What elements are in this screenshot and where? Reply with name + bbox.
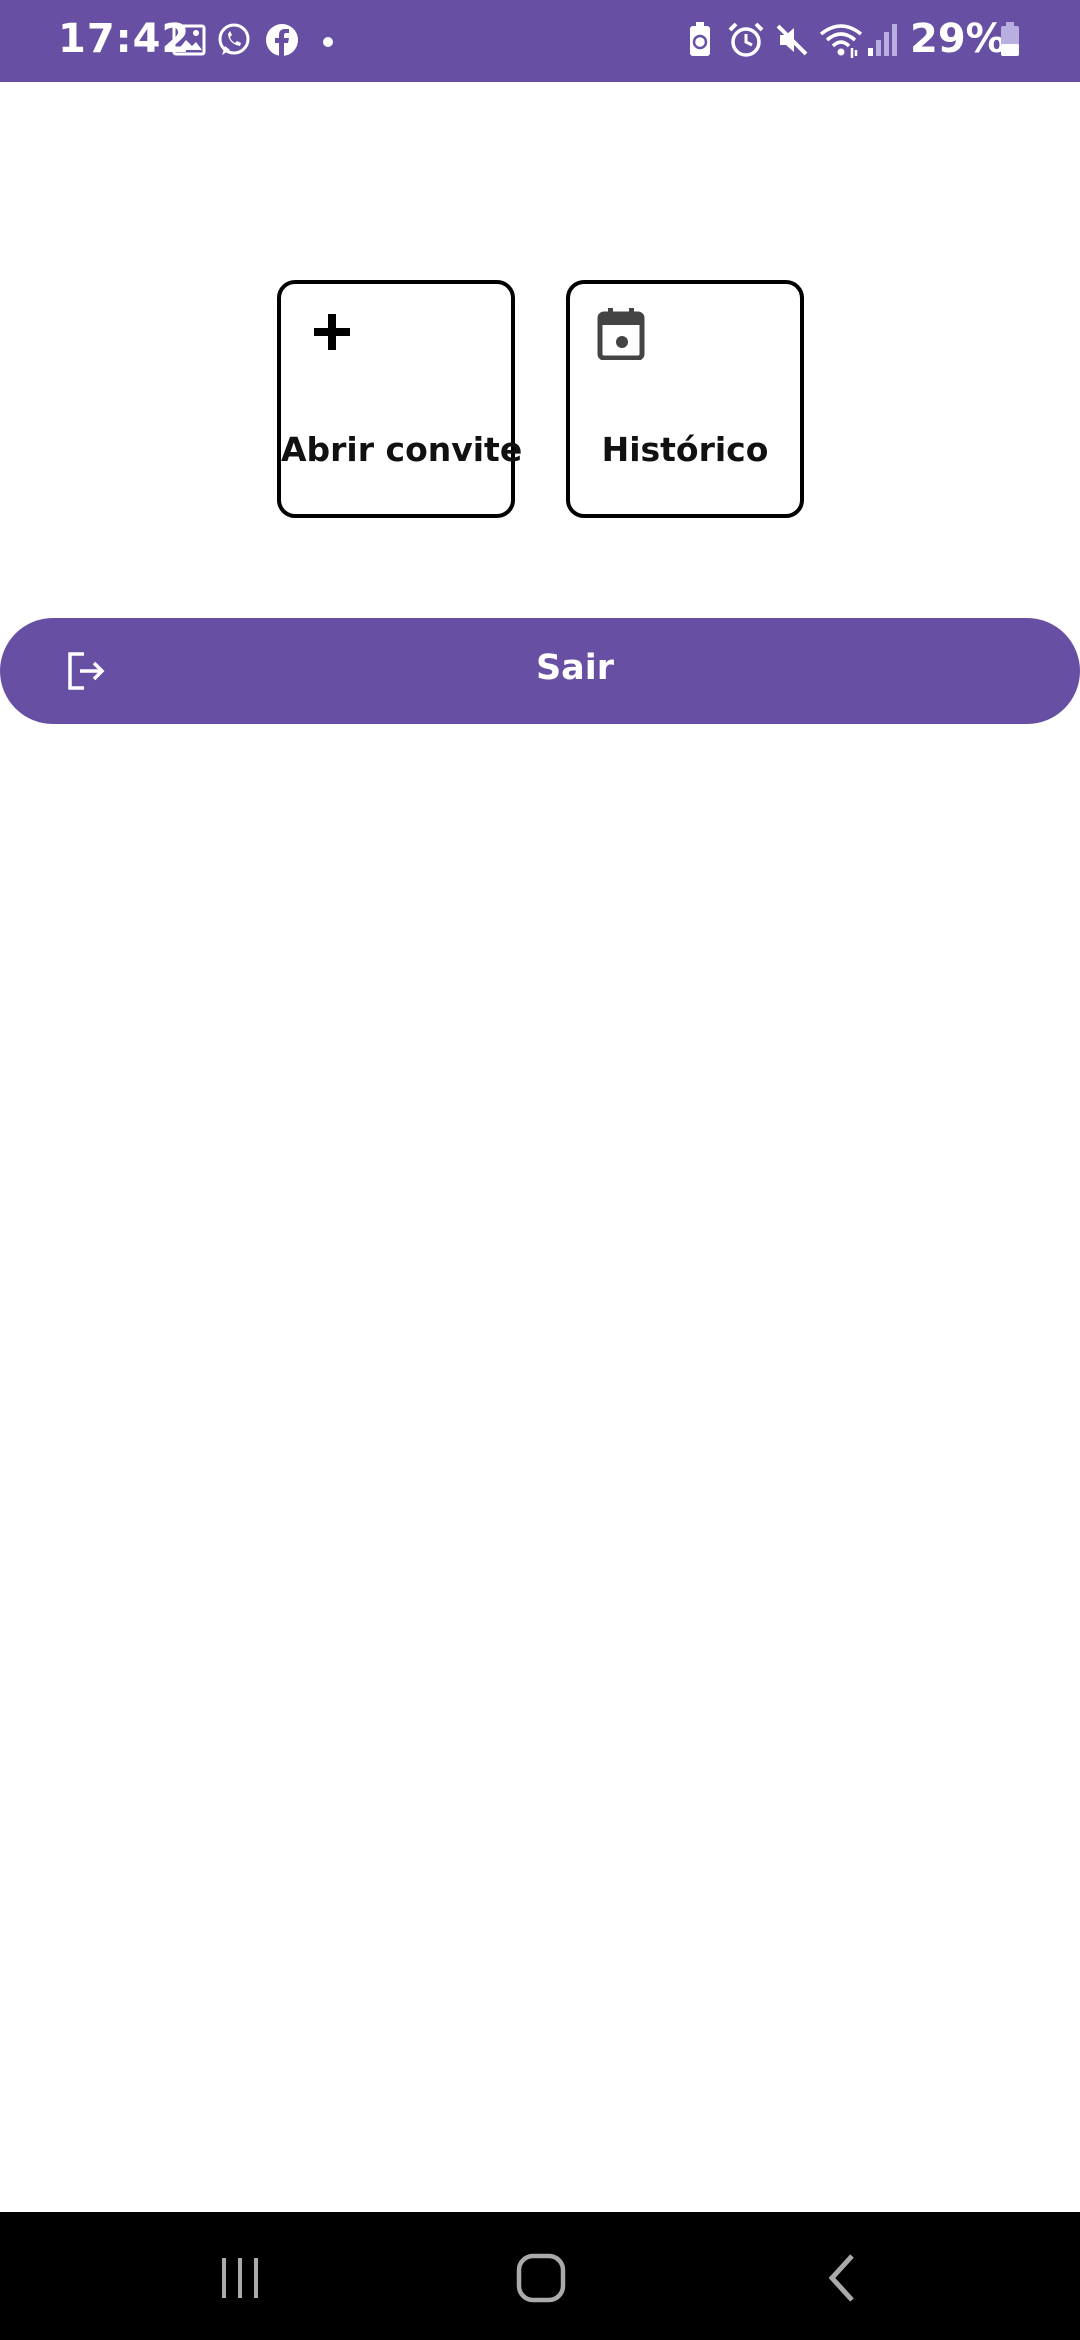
wifi-icon <box>819 24 863 58</box>
logout-label: Sair <box>535 648 615 688</box>
notification-dot-icon <box>323 37 333 47</box>
status-bar: 17:42 29% <box>0 0 1080 82</box>
battery-saver-icon <box>690 22 710 56</box>
logout-button[interactable]: Sair <box>0 618 1080 724</box>
signal-icon <box>868 24 897 56</box>
battery-percentage: 29% <box>910 16 1006 62</box>
main-content: Abrir convite Histórico Sair <box>0 82 1080 2212</box>
history-button[interactable]: Histórico <box>566 280 804 518</box>
facebook-icon <box>266 24 298 56</box>
recents-icon[interactable] <box>208 2246 272 2310</box>
whatsapp-icon <box>218 23 250 55</box>
open-invite-button[interactable]: Abrir convite <box>277 280 523 518</box>
navigation-bar <box>0 2212 1080 2340</box>
mute-icon <box>776 24 808 56</box>
alarm-icon <box>728 22 764 57</box>
open-invite-label: Abrir convite <box>281 430 523 469</box>
calendar-icon <box>597 308 645 360</box>
back-icon[interactable] <box>812 2246 876 2310</box>
history-label: Histórico <box>601 430 769 469</box>
gallery-icon <box>172 24 206 56</box>
home-icon[interactable] <box>509 2246 573 2310</box>
plus-icon <box>314 314 350 350</box>
battery-icon <box>1001 22 1019 56</box>
